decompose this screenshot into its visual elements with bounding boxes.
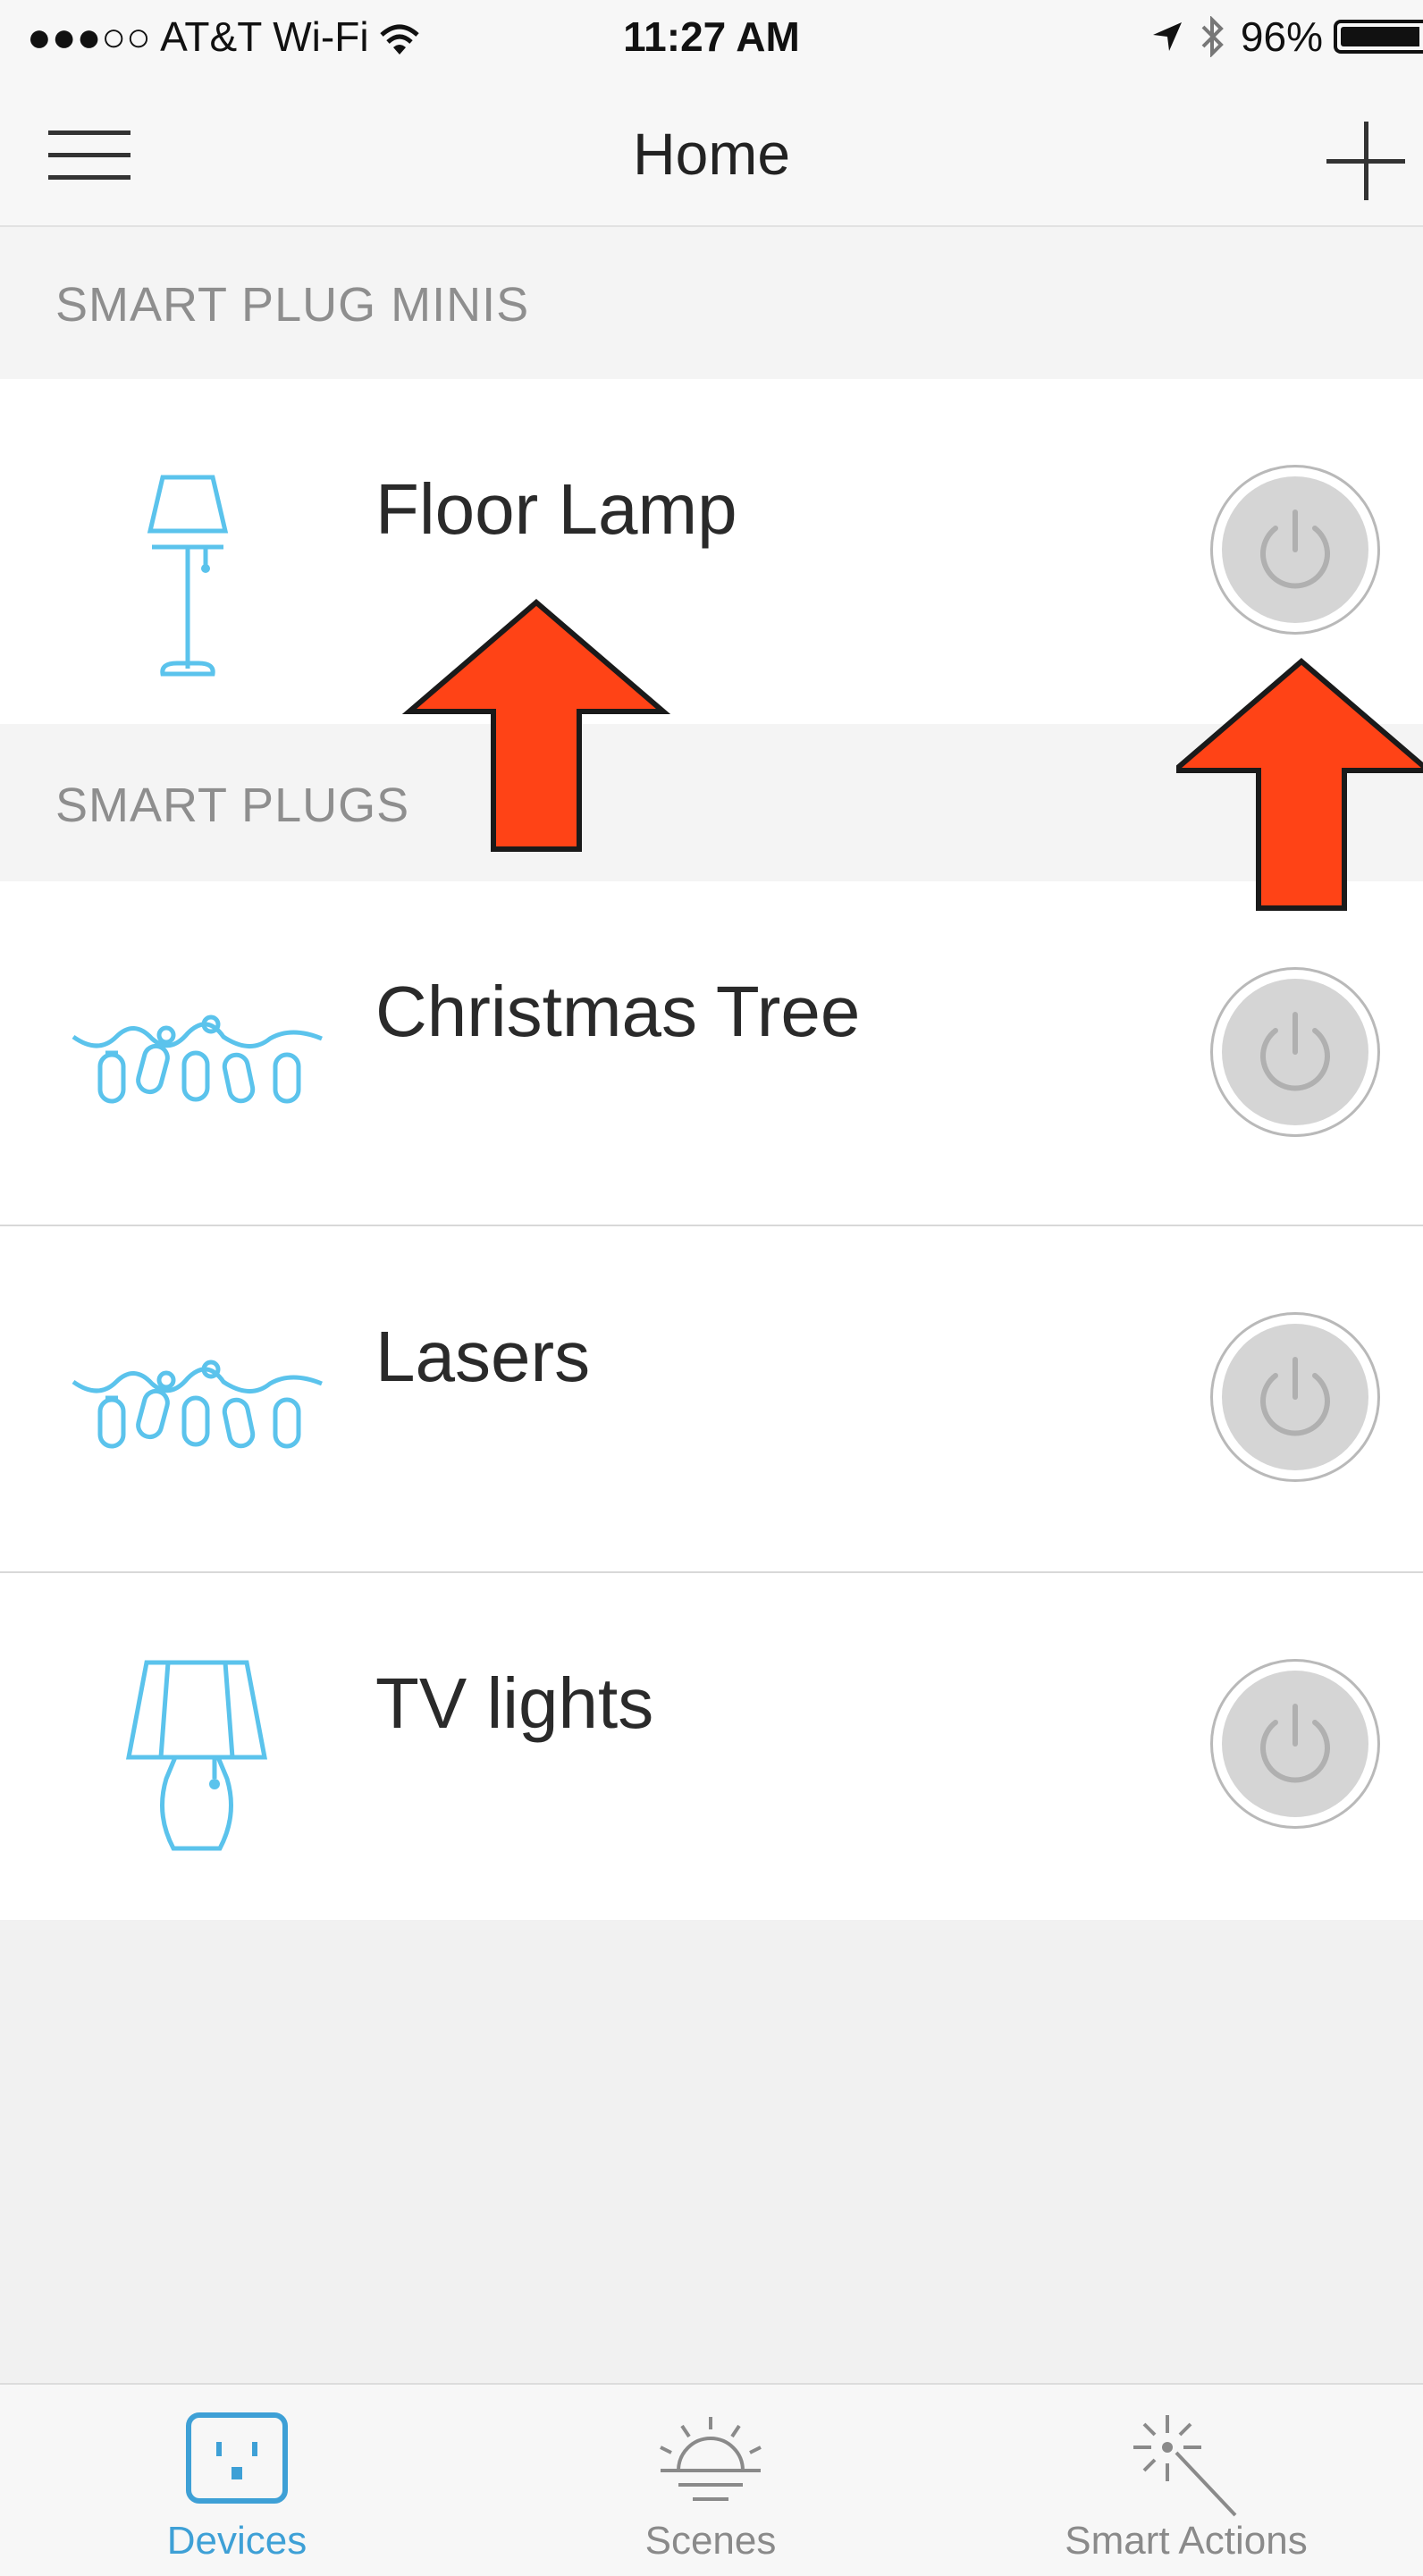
plus-icon[interactable] [1326,122,1405,200]
section-label: SMART PLUG MINIS [55,278,530,332]
tab-label: Smart Actions [1065,2519,1308,2563]
power-button-floor-lamp[interactable] [1210,465,1380,635]
power-button-lasers[interactable] [1210,1312,1380,1482]
device-name: TV lights [375,1663,654,1743]
tab-label: Scenes [644,2519,777,2563]
tab-scenes[interactable]: Scenes [474,2385,947,2576]
battery-icon [1334,20,1423,54]
status-bar: ●●●○○ AT&T Wi-Fi 11:27 AM 96% [0,0,1423,79]
power-icon [1260,1357,1330,1436]
outlet-icon [186,2412,288,2504]
section-header-smart-plug-minis: SMART PLUG MINIS [0,227,1423,379]
power-icon [1260,1012,1330,1091]
device-name: Lasers [375,1317,591,1396]
string-lights-icon [72,1360,323,1449]
magic-wand-icon [1133,2415,1237,2517]
bluetooth-icon [1201,16,1224,57]
power-button-christmas-tree[interactable] [1210,967,1380,1137]
power-button-tv-lights[interactable] [1210,1659,1380,1829]
device-row-christmas-tree[interactable]: Christmas Tree [0,881,1423,1226]
navigation-bar: Home [0,79,1423,227]
device-name: Christmas Tree [375,972,861,1051]
annotation-arrow-icon [402,599,670,852]
tab-bar: Devices Scenes Smart Actions [0,2383,1423,2576]
device-name: Floor Lamp [375,469,737,549]
power-icon [1260,509,1330,589]
page-title: Home [632,121,791,187]
tab-smart-actions[interactable]: Smart Actions [949,2385,1423,2576]
battery-percent: 96% [1240,13,1323,60]
sunrise-icon [660,2417,762,2501]
floor-lamp-icon [147,475,229,677]
tab-devices[interactable]: Devices [0,2385,474,2576]
device-row-lasers[interactable]: Lasers [0,1226,1423,1571]
location-arrow-icon [1152,22,1182,51]
section-label: SMART PLUGS [55,779,410,832]
table-lamp-icon [125,1660,268,1851]
string-lights-icon [72,1014,323,1104]
device-row-tv-lights[interactable]: TV lights [0,1573,1423,1920]
power-icon [1260,1704,1330,1783]
annotation-arrow-icon [1176,658,1423,911]
tab-label: Devices [166,2519,307,2563]
status-right: 96% [1149,13,1423,61]
